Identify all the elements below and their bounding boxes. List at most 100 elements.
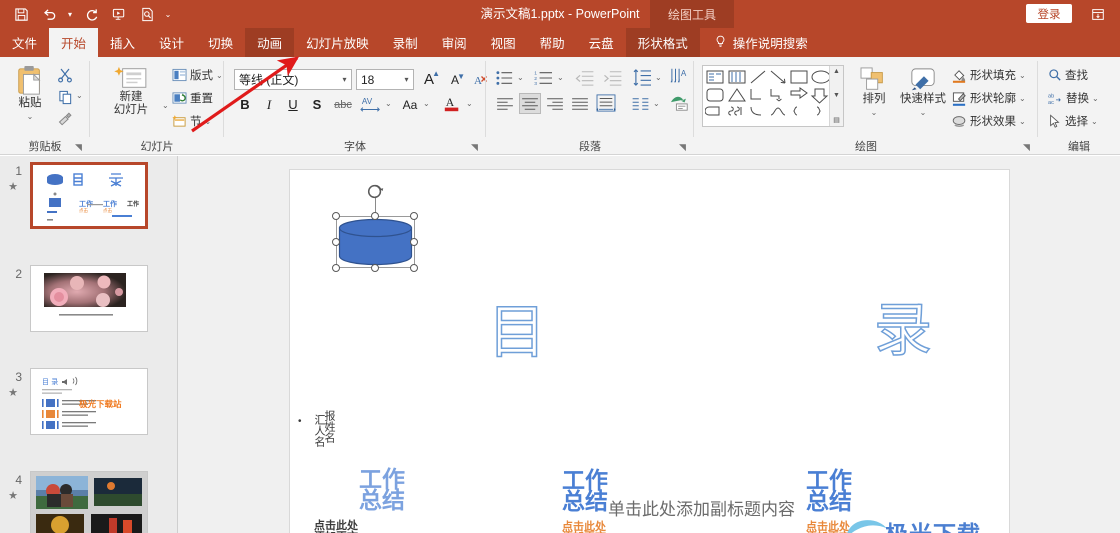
tab-file[interactable]: 文件 [0, 28, 49, 57]
wordart-title-2[interactable]: 工作 总结 [562, 469, 608, 513]
copy-button[interactable] [54, 87, 76, 107]
tab-home[interactable]: 开始 [49, 28, 99, 57]
replace-caret[interactable]: ⌄ [1092, 94, 1099, 103]
thumbnail-row-4[interactable]: 4 ★ [0, 471, 178, 533]
slide-thumbnail-3[interactable]: 目 录 极光下载站 [30, 368, 148, 435]
columns-caret[interactable]: ⌄ [653, 99, 660, 108]
resize-handle-n[interactable] [371, 212, 379, 220]
paste-button[interactable]: 粘贴 ⌄ [8, 65, 52, 123]
drawing-dialog-launcher[interactable]: ◥ [1021, 142, 1032, 153]
new-slide-dropdown-caret[interactable]: ⌄ [162, 101, 169, 110]
font-size-input[interactable]: 18 ▾ [356, 69, 414, 90]
character-spacing-caret[interactable]: ⌄ [385, 99, 392, 108]
format-painter-button[interactable] [54, 109, 76, 129]
tab-review[interactable]: 审阅 [430, 28, 479, 57]
resize-handle-se[interactable] [410, 264, 418, 272]
numbering-caret[interactable]: ⌄ [557, 73, 564, 82]
layout-button[interactable]: 版式 ⌄ [172, 67, 223, 83]
undo-icon[interactable] [36, 2, 62, 26]
new-slide-button[interactable]: 新建 幻灯片 [102, 65, 160, 117]
tab-slideshow[interactable]: 幻灯片放映 [294, 28, 381, 57]
slide-editing-area[interactable]: 目 录 • 汇人名 报姓名 工作 总结 工作 总结 单击此处添加副标题内容 工作… [178, 156, 1120, 533]
font-size-dropdown-caret[interactable]: ▾ [400, 75, 413, 84]
align-center-button[interactable] [519, 93, 541, 114]
resize-handle-sw[interactable] [332, 264, 340, 272]
subtitle-placeholder[interactable]: 单击此处添加副标题内容 [608, 495, 795, 520]
cut-button[interactable] [54, 65, 76, 85]
text-direction-button[interactable]: A [668, 65, 692, 87]
replace-button[interactable]: ab ac 替换 ⌄ [1048, 90, 1099, 106]
resize-handle-e[interactable] [410, 238, 418, 246]
slide-thumbnail-4[interactable] [30, 471, 148, 533]
thumbnail-row-1[interactable]: 1 ★ 工作 工作 点击 点击 工作 [0, 162, 178, 232]
print-preview-icon[interactable] [134, 2, 160, 26]
font-color-button[interactable]: A [440, 92, 464, 115]
outline-char-lu[interactable]: 录 [873, 283, 933, 367]
convert-to-smartart-button[interactable] [668, 91, 692, 114]
rotation-handle[interactable] [367, 183, 384, 199]
resize-handle-w[interactable] [332, 238, 340, 246]
save-icon[interactable] [8, 2, 34, 26]
tab-record[interactable]: 录制 [381, 28, 430, 57]
paste-dropdown-caret[interactable]: ⌄ [27, 110, 34, 123]
section-button[interactable]: 节 ⌄ [172, 113, 211, 129]
distributed-align-button[interactable] [594, 91, 618, 114]
shapes-scroll-up-icon[interactable]: ▲ [833, 68, 840, 75]
resize-handle-s[interactable] [371, 264, 379, 272]
tab-transitions[interactable]: 切换 [196, 28, 245, 57]
shapes-gallery-scrollbar[interactable]: ▲ ▼ ▤ [829, 66, 843, 126]
paragraph-dialog-launcher[interactable]: ◥ [677, 142, 688, 153]
resize-handle-ne[interactable] [410, 212, 418, 220]
character-spacing-button[interactable]: AV [358, 92, 384, 115]
align-right-button[interactable] [544, 93, 566, 114]
numbering-button[interactable]: 123 [532, 67, 556, 88]
tab-cloud-disk[interactable]: 云盘 [577, 28, 626, 57]
increase-font-size-button[interactable]: A ▲ [418, 69, 440, 90]
undo-dropdown-caret[interactable]: ▾ [64, 2, 76, 26]
decrease-font-size-button[interactable]: A ▼ [444, 69, 466, 90]
tab-insert[interactable]: 插入 [98, 28, 147, 57]
decrease-indent-button[interactable] [572, 67, 596, 88]
start-slideshow-icon[interactable] [106, 2, 132, 26]
current-slide[interactable]: 目 录 • 汇人名 报姓名 工作 总结 工作 总结 单击此处添加副标题内容 工作… [289, 169, 1010, 533]
layout-dropdown-caret[interactable]: ⌄ [216, 71, 223, 80]
ribbon-display-options-icon[interactable] [1088, 5, 1108, 23]
change-case-caret[interactable]: ⌄ [423, 99, 430, 108]
bullets-button[interactable] [494, 67, 516, 88]
font-name-dropdown-caret[interactable]: ▾ [338, 75, 351, 84]
orange-body-text-1[interactable]: 点击此处添加正文 [562, 521, 610, 533]
justify-button[interactable] [569, 93, 591, 114]
select-caret[interactable]: ⌄ [1091, 117, 1098, 126]
tab-help[interactable]: 帮助 [528, 28, 577, 57]
font-dialog-launcher[interactable]: ◥ [469, 142, 480, 153]
sign-in-button[interactable]: 登录 [1026, 4, 1072, 23]
find-button[interactable]: 查找 [1048, 67, 1088, 83]
redo-icon[interactable] [78, 2, 104, 26]
outline-char-mu[interactable]: 目 [487, 285, 547, 369]
quick-styles-button[interactable]: 快速样式 ⌄ [898, 67, 948, 119]
clipboard-dialog-launcher[interactable]: ◥ [73, 142, 84, 153]
tab-design[interactable]: 设计 [147, 28, 196, 57]
tab-shape-format[interactable]: 形状格式 [625, 28, 700, 57]
slide-thumbnail-2[interactable] [30, 265, 148, 332]
font-color-caret[interactable]: ⌄ [466, 99, 473, 108]
tab-animations[interactable]: 动画 [245, 28, 295, 57]
increase-indent-button[interactable] [600, 67, 624, 88]
arrange-dropdown-caret[interactable]: ⌄ [871, 106, 878, 119]
align-left-button[interactable] [494, 93, 516, 114]
shape-outline-caret[interactable]: ⌄ [1019, 94, 1026, 103]
select-button[interactable]: 选择 ⌄ [1048, 113, 1098, 129]
wordart-title-1[interactable]: 工作 总结 [359, 468, 405, 512]
bullets-caret[interactable]: ⌄ [517, 73, 524, 82]
shape-fill-button[interactable]: 形状填充 ⌄ [952, 67, 1026, 83]
line-spacing-button[interactable] [630, 67, 654, 88]
columns-button[interactable] [628, 93, 652, 114]
resize-handle-nw[interactable] [332, 212, 340, 220]
slide-thumbnail-pane[interactable]: 1 ★ 工作 工作 点击 点击 工作 2 3 ★ 目 录 极光下载站 4 ★ [0, 156, 178, 533]
customize-quick-access-toolbar-caret[interactable]: ⌄ [162, 2, 174, 26]
body-placeholder-text[interactable]: 点击此处添加正文 [314, 520, 366, 533]
quick-styles-dropdown-caret[interactable]: ⌄ [920, 106, 927, 119]
presenter-vertical-text-b[interactable]: 报姓名 [323, 410, 336, 443]
shape-effects-button[interactable]: 形状效果 ⌄ [952, 113, 1026, 129]
slide-thumbnail-1[interactable]: 工作 工作 点击 点击 工作 [30, 162, 148, 229]
